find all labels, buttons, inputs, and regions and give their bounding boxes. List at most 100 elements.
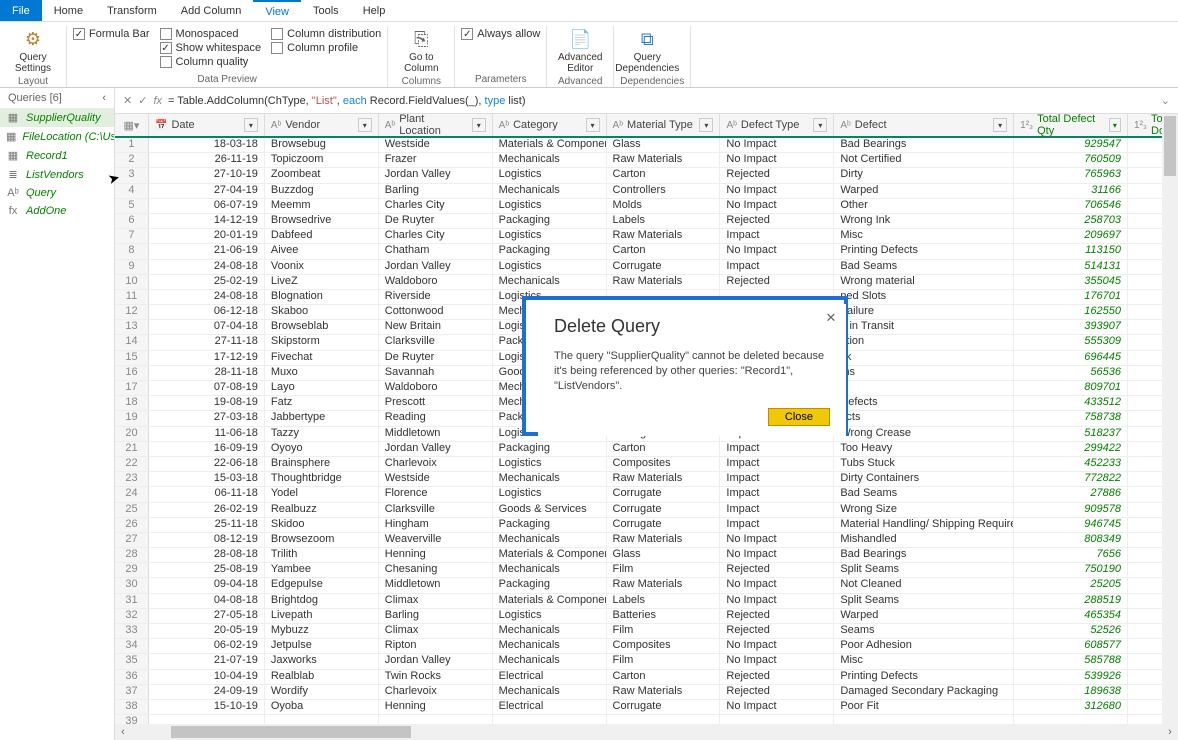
dialog-title: Delete Query [554, 316, 830, 337]
table-row[interactable]: 2925-08-19YambeeChesaningMechanicalsFilm… [115, 563, 1178, 578]
horizontal-scrollbar[interactable]: ‹ › [115, 724, 1178, 740]
menu-add-column[interactable]: Add Column [169, 0, 254, 21]
table-row[interactable]: 2625-11-18SkidooHinghamPackagingCorrugat… [115, 518, 1178, 533]
filter-dropdown-icon[interactable]: ▾ [244, 118, 258, 132]
row-number: 37 [115, 685, 149, 699]
table-row[interactable]: 1025-02-19LiveZWaldoboroMechanicalsRaw M… [115, 275, 1178, 290]
menu-file[interactable]: File [0, 0, 42, 21]
table-row[interactable]: 118-03-18BrowsebugWestsideMaterials & Co… [115, 138, 1178, 153]
query-item[interactable]: ▦FileLocation (C:\Users... [0, 127, 114, 146]
always-allow-checkbox[interactable]: ✓Always allow [461, 28, 540, 40]
scroll-right-icon[interactable]: › [1162, 726, 1178, 738]
query-type-icon: fx [6, 205, 20, 217]
table-row[interactable]: 3724-09-19WordifyCharlevoixMechanicalsRa… [115, 685, 1178, 700]
table-row[interactable]: 2828-08-18TrilithHenningMaterials & Comp… [115, 548, 1178, 563]
row-number: 35 [115, 654, 149, 668]
table-row[interactable]: 3104-08-18BrightdogClimaxMaterials & Com… [115, 594, 1178, 609]
menu-help[interactable]: Help [351, 0, 398, 21]
query-item[interactable]: ≣ ListVendors [0, 165, 114, 184]
group-data-preview-label: Data Preview [73, 74, 381, 87]
table-row[interactable]: 924-08-18VoonixJordan ValleyLogisticsCor… [115, 260, 1178, 275]
ribbon: ⚙ QuerySettings Layout ✓Formula Bar Mono… [0, 22, 1178, 88]
query-item-label: ListVendors [26, 169, 84, 181]
menu-tools[interactable]: Tools [301, 0, 351, 21]
menu-view[interactable]: View [253, 0, 301, 21]
col-header-material[interactable]: AᵇMaterial Type▾ [607, 114, 721, 136]
dialog-close-button[interactable]: Close [768, 408, 830, 426]
query-item-label: Query [26, 187, 56, 199]
row-number: 38 [115, 700, 149, 714]
query-item[interactable]: ▦Record1 [0, 146, 114, 165]
row-number: 21 [115, 442, 149, 456]
query-item[interactable]: fxAddOne [0, 202, 114, 220]
query-settings-button[interactable]: ⚙ QuerySettings [6, 26, 60, 76]
vertical-scrollbar[interactable] [1162, 114, 1178, 724]
col-header-plant[interactable]: AᵇPlant Location▾ [379, 114, 493, 136]
row-number: 34 [115, 639, 149, 653]
row-number: 13 [115, 320, 149, 334]
query-type-icon: ▦ [6, 111, 20, 124]
col-header-qty[interactable]: 1²₃Total Defect Qty▾ [1014, 114, 1128, 136]
table-row[interactable]: 39 [115, 715, 1178, 724]
query-dependencies-button[interactable]: ⧉ QueryDependencies [620, 26, 674, 76]
row-number: 15 [115, 351, 149, 365]
col-header-vendor[interactable]: AᵇVendor▾ [265, 114, 379, 136]
table-row[interactable]: 3227-05-18LivepathBarlingLogisticsBatter… [115, 609, 1178, 624]
column-quality-checkbox[interactable]: Column quality [160, 56, 262, 68]
queries-pane: Queries [6] ‹ ▦SupplierQuality▦FileLocat… [0, 88, 115, 740]
col-header-defect[interactable]: AᵇDefect▾ [834, 114, 1014, 136]
row-number: 18 [115, 396, 149, 410]
table-row[interactable]: 2116-09-19OyoyoJordan ValleyPackagingCar… [115, 442, 1178, 457]
column-distribution-checkbox[interactable]: Column distribution [271, 28, 381, 40]
table-row[interactable]: 3320-05-19MybuzzClimaxMechanicalsFilmRej… [115, 624, 1178, 639]
row-number: 31 [115, 594, 149, 608]
row-number: 28 [115, 548, 149, 562]
table-row[interactable]: 3406-02-19JetpulseRiptonMechanicalsCompo… [115, 639, 1178, 654]
col-header-defect-type[interactable]: AᵇDefect Type▾ [720, 114, 834, 136]
cancel-icon[interactable]: ✕ [123, 94, 132, 107]
query-item[interactable]: ▦SupplierQuality [0, 108, 114, 127]
row-number: 30 [115, 578, 149, 592]
monospaced-checkbox[interactable]: Monospaced [160, 28, 262, 40]
col-header-category[interactable]: AᵇCategory▾ [493, 114, 607, 136]
table-row[interactable]: 2406-11-18YodelFlorenceLogisticsCorrugat… [115, 487, 1178, 502]
table-row[interactable]: 2222-06-18BrainsphereCharlevoixLogistics… [115, 457, 1178, 472]
scroll-left-icon[interactable]: ‹ [115, 726, 131, 738]
row-number: 5 [115, 199, 149, 213]
fx-icon[interactable]: fx [153, 95, 162, 107]
table-row[interactable]: 2526-02-19RealbuzzClarksvilleGoods & Ser… [115, 503, 1178, 518]
menu-transform[interactable]: Transform [95, 0, 169, 21]
query-item[interactable]: AᵇQuery [0, 184, 114, 202]
table-row[interactable]: 720-01-19DabfeedCharles CityLogisticsRaw… [115, 229, 1178, 244]
table-row[interactable]: 327-10-19ZoombeatJordan ValleyLogisticsC… [115, 168, 1178, 183]
table-row[interactable]: 3521-07-19JaxworksJordan ValleyMechanica… [115, 654, 1178, 669]
row-number-header[interactable]: ▦▾ [115, 114, 149, 136]
formula-text[interactable]: = Table.AddColumn(ChType, "List", each R… [168, 94, 1155, 107]
row-number: 14 [115, 335, 149, 349]
table-row[interactable]: 2315-03-18ThoughtbridgeWestsideMechanica… [115, 472, 1178, 487]
goto-column-icon: ⎘ [410, 28, 432, 50]
query-type-icon: ≣ [6, 168, 20, 181]
table-row[interactable]: 427-04-19BuzzdogBarlingMechanicalsContro… [115, 184, 1178, 199]
table-row[interactable]: 506-07-19MeemmCharles CityLogisticsMolds… [115, 199, 1178, 214]
table-row[interactable]: 3610-04-19RealblabTwin RocksElectricalCa… [115, 670, 1178, 685]
table-row[interactable]: 614-12-19BrowsedriveDe RuyterPackagingLa… [115, 214, 1178, 229]
goto-column-button[interactable]: ⎘ Go toColumn [394, 26, 448, 76]
formula-bar-checkbox[interactable]: ✓Formula Bar [73, 28, 150, 40]
table-row[interactable]: 3009-04-18EdgepulseMiddletownPackagingRa… [115, 578, 1178, 593]
row-number: 19 [115, 411, 149, 425]
table-row[interactable]: 821-06-19AiveeChathamPackagingCartonNo I… [115, 244, 1178, 259]
advanced-editor-button[interactable]: 📄 AdvancedEditor [553, 26, 607, 76]
table-row[interactable]: 3815-10-19OyobaHenningElectricalCorrugat… [115, 700, 1178, 715]
dialog-close-icon[interactable]: ✕ [822, 310, 840, 328]
accept-icon[interactable]: ✓ [138, 94, 147, 107]
collapse-pane-icon[interactable]: ‹ [102, 92, 106, 104]
column-profile-checkbox[interactable]: Column profile [271, 42, 381, 54]
show-whitespace-checkbox[interactable]: ✓Show whitespace [160, 42, 262, 54]
expand-formula-icon[interactable]: ⌄ [1161, 94, 1170, 107]
menu-bar: File Home Transform Add Column View Tool… [0, 0, 1178, 22]
menu-home[interactable]: Home [42, 0, 95, 21]
table-row[interactable]: 226-11-19TopiczoomFrazerMechanicalsRaw M… [115, 153, 1178, 168]
table-row[interactable]: 2708-12-19BrowsezoomWeavervilleMechanica… [115, 533, 1178, 548]
col-header-date[interactable]: 📅Date▾ [149, 114, 265, 136]
